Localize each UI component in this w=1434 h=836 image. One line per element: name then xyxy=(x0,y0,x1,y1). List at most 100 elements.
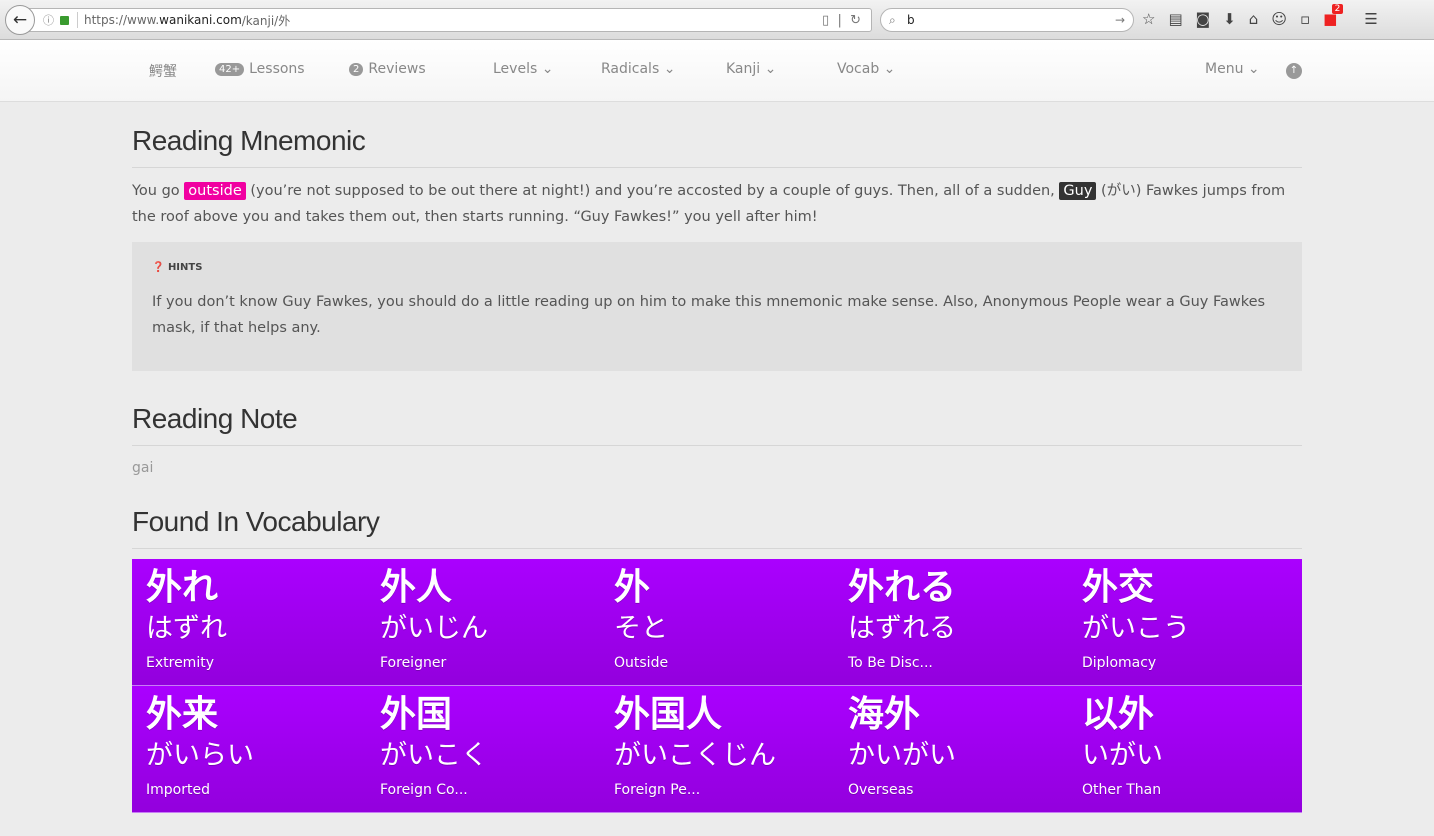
text: (you’re not supposed to be out there at … xyxy=(245,183,1060,199)
vocab-reading: がいこく xyxy=(380,740,488,771)
reader-reload-icons[interactable]: ▯ | ↻ xyxy=(822,13,861,28)
reviews-link[interactable]: 2 Reviews xyxy=(349,61,426,77)
arrow-up-icon: ↑ xyxy=(1286,63,1302,79)
chevron-down-icon: ⌄ xyxy=(663,61,676,77)
vocab-item[interactable]: 外れはずれ Extremity xyxy=(132,559,366,686)
vocabulary-section: Found In Vocabulary 外れはずれ Extremity 外人がいじん… xyxy=(132,506,1302,813)
vocab-meaning: To Be Disc... xyxy=(848,655,933,671)
hamburger-menu-icon[interactable]: ☰ xyxy=(1364,10,1377,28)
vocab-meaning: Foreign Pe... xyxy=(614,782,701,798)
vocab-meaning: Other Than xyxy=(1082,782,1162,798)
vocab-reading: はずれ xyxy=(146,613,227,644)
reading-list-icon[interactable]: ▤ xyxy=(1168,10,1182,28)
vocab-item[interactable]: 外来がいらい Imported xyxy=(132,686,366,813)
toolbar-icons: ☆ ▤ ◙ ⬇ ⌂ ☺ ▫ ■ 2 ☰ xyxy=(1142,4,1378,28)
chevron-down-icon: ⌄ xyxy=(883,61,896,77)
notification-icon[interactable]: ■ 2 xyxy=(1323,4,1344,28)
vocab-meaning: Foreigner xyxy=(380,655,447,671)
download-icon[interactable]: ⬇ xyxy=(1223,10,1236,28)
radicals-dropdown[interactable]: Radicals ⌄ xyxy=(601,61,675,77)
vocab-item[interactable]: 外人がいじん Foreigner xyxy=(366,559,600,686)
levels-label: Levels xyxy=(493,61,538,77)
section-title: Reading Mnemonic xyxy=(132,125,1302,168)
vocab-item[interactable]: 海外 かいがい Overseas xyxy=(834,686,1068,813)
vocab-item[interactable]: 外交がいこう Diplomacy xyxy=(1068,559,1302,686)
url-bar[interactable]: ⓘ https://www. wanikani.com/kanji/外 ▯ | ↻ xyxy=(22,8,872,32)
vocab-item[interactable]: 外国人がいこくじん Foreign Pe... xyxy=(600,686,834,813)
vocab-characters: 外国人 xyxy=(614,694,723,735)
lock-icon xyxy=(60,15,69,25)
info-icon[interactable]: ⓘ xyxy=(43,12,54,28)
vocab-item[interactable]: 外そと Outside xyxy=(600,559,834,686)
vocab-characters: 外れる xyxy=(848,567,957,608)
question-circle-icon: ❓ xyxy=(152,262,165,273)
vocab-characters: 海外 xyxy=(848,694,921,735)
chevron-down-icon: ⌄ xyxy=(764,61,777,77)
back-button[interactable]: ← xyxy=(5,5,35,35)
levels-dropdown[interactable]: Levels ⌄ xyxy=(493,61,553,77)
kanji-highlight: outside xyxy=(184,182,246,200)
vocab-characters: 外来 xyxy=(146,694,219,735)
vocab-meaning: Extremity xyxy=(146,655,214,671)
kanji-label: Kanji xyxy=(726,61,761,77)
hints-box: ❓ HINTS If you don’t know Guy Fawkes, yo… xyxy=(132,242,1302,371)
vocab-meaning: Foreign Co... xyxy=(380,782,468,798)
url-domain: wanikani.com xyxy=(159,13,242,27)
reading-highlight: Guy xyxy=(1059,182,1097,200)
vocab-item[interactable]: 外国がいこく Foreign Co... xyxy=(366,686,600,813)
main-content: Reading Mnemonic You go outside (you’re … xyxy=(132,103,1302,813)
vocab-item[interactable]: 以外いがい Other Than xyxy=(1068,686,1302,813)
vocab-reading: かいがい xyxy=(848,740,956,771)
vocab-reading: いがい xyxy=(1082,740,1163,771)
vocab-meaning: Diplomacy xyxy=(1082,655,1157,671)
chat-icon[interactable]: ☺ xyxy=(1271,10,1287,28)
vocab-characters: 外交 xyxy=(1082,567,1155,608)
vocab-reading: そと xyxy=(614,613,668,644)
chevron-down-icon: ⌄ xyxy=(1247,61,1260,77)
mnemonic-text: You go outside (you’re not supposed to b… xyxy=(132,178,1302,230)
vocab-reading: がいじん xyxy=(380,613,488,644)
vocab-meaning: Outside xyxy=(614,655,669,671)
text: You go xyxy=(132,183,185,199)
vocab-reading: がいこくじん xyxy=(614,740,776,771)
vocab-label: Vocab xyxy=(837,61,880,77)
vocab-characters: 外れ xyxy=(146,567,219,608)
reviews-count: 2 xyxy=(349,63,364,76)
extension-icon[interactable]: ▫ xyxy=(1300,10,1310,28)
vocab-characters: 外 xyxy=(614,567,651,608)
vocab-characters: 以外 xyxy=(1082,694,1155,735)
search-value: b xyxy=(907,13,915,27)
divider xyxy=(77,12,78,28)
section-title: Reading Note xyxy=(132,403,1302,446)
menu-dropdown[interactable]: Menu ⌄ xyxy=(1205,61,1260,77)
reading-note-text[interactable]: gai xyxy=(132,460,1302,476)
go-arrow-icon[interactable]: → xyxy=(1115,9,1125,31)
search-input[interactable]: ⌕ b → xyxy=(880,8,1134,32)
vocab-characters: 外人 xyxy=(380,567,453,608)
vocab-reading: がいこう xyxy=(1082,613,1190,644)
notification-badge: 2 xyxy=(1331,4,1344,14)
vocab-reading: がいらい xyxy=(146,740,254,771)
hints-text: If you don’t know Guy Fawkes, you should… xyxy=(152,294,1266,336)
reading-note-section: Reading Note gai xyxy=(132,403,1302,476)
bookmark-star-icon[interactable]: ☆ xyxy=(1142,10,1155,28)
scroll-top-button[interactable]: ↑ xyxy=(1286,61,1302,79)
kanji-dropdown[interactable]: Kanji ⌄ xyxy=(726,61,776,77)
url-path: /kanji/外 xyxy=(241,13,291,28)
reading-mnemonic-section: Reading Mnemonic You go outside (you’re … xyxy=(132,125,1302,371)
lessons-link[interactable]: 42+ Lessons xyxy=(215,61,305,77)
hints-label: HINTS xyxy=(167,262,203,273)
vocab-dropdown[interactable]: Vocab ⌄ xyxy=(837,61,895,77)
url-prefix: https://www. xyxy=(84,13,160,27)
reviews-label: Reviews xyxy=(368,61,426,77)
section-title: Found In Vocabulary xyxy=(132,506,1302,549)
vocab-item[interactable]: 外れるはずれる To Be Disc... xyxy=(834,559,1068,686)
vocab-reading: はずれる xyxy=(848,613,956,644)
vocab-meaning: Imported xyxy=(146,782,210,798)
pocket-icon[interactable]: ◙ xyxy=(1196,10,1211,28)
vocab-characters: 外国 xyxy=(380,694,453,735)
home-icon[interactable]: ⌂ xyxy=(1249,10,1259,28)
chevron-down-icon: ⌄ xyxy=(541,61,554,77)
vocab-grid: 外れ はずれ Extremity 外人 がいじん Foreigner 外そと Outside 外… xyxy=(132,559,1302,813)
user-link[interactable]: 鰐蟹 xyxy=(149,61,177,81)
